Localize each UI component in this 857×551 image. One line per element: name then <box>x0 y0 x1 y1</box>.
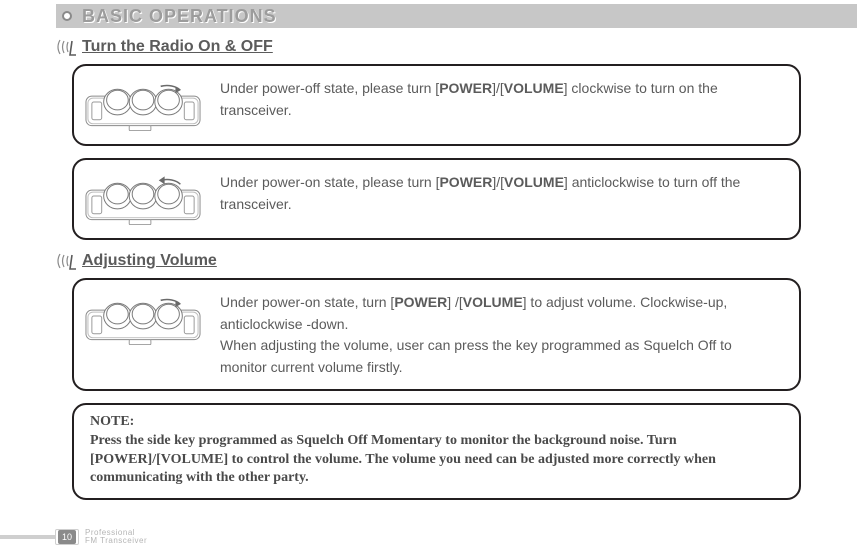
footer-brand: Professional FM Transceiver <box>85 529 147 545</box>
text-fragment: ]/[ <box>492 80 504 96</box>
banner-title: BASIC OPERATIONS <box>82 6 277 27</box>
keyword-volume: VOLUME <box>463 294 523 310</box>
note-label: NOTE: <box>90 413 783 432</box>
bullet-ring-icon <box>62 11 72 21</box>
page-number: 10 <box>58 530 76 544</box>
footer-brand-line2: FM Transceiver <box>85 537 147 545</box>
radio-top-knobs-icon <box>84 290 202 348</box>
instruction-text: Under power-on state, please turn [POWER… <box>220 170 781 215</box>
keyword-power: POWER <box>394 294 447 310</box>
footer: 10 Professional FM Transceiver <box>0 529 147 545</box>
instruction-card-power-on: Under power-off state, please turn [POWE… <box>72 64 801 146</box>
text-fragment: When adjusting the volume, user can pres… <box>220 337 732 375</box>
text-fragment: Under power-off state, please turn [ <box>220 80 439 96</box>
text-fragment: Under power-on state, turn [ <box>220 294 394 310</box>
section-heading-adjust-volume: Adjusting Volume <box>56 252 857 270</box>
text-fragment: ] /[ <box>447 294 463 310</box>
footer-bar <box>0 535 56 539</box>
section-heading-text: Adjusting Volume <box>82 252 217 270</box>
text-fragment: Under power-on state, please turn [ <box>220 174 439 190</box>
radio-waves-icon <box>56 38 76 56</box>
radio-waves-icon <box>56 252 76 270</box>
note-box: NOTE: Press the side key programmed as S… <box>72 403 801 501</box>
instruction-text: Under power-on state, turn [POWER] /[VOL… <box>220 290 781 379</box>
keyword-volume: VOLUME <box>504 174 564 190</box>
section-heading-turn-on-off: Turn the Radio On & OFF <box>56 38 857 56</box>
keyword-power: POWER <box>439 80 492 96</box>
instruction-card-adjust-volume: Under power-on state, turn [POWER] /[VOL… <box>72 278 801 391</box>
banner: BASIC OPERATIONS <box>56 4 857 28</box>
page-number-wrap: 10 <box>55 529 79 545</box>
instruction-card-power-off: Under power-on state, please turn [POWER… <box>72 158 801 240</box>
instruction-text: Under power-off state, please turn [POWE… <box>220 76 781 121</box>
keyword-volume: VOLUME <box>504 80 564 96</box>
text-fragment: ]/[ <box>492 174 504 190</box>
note-body: Press the side key programmed as Squelch… <box>90 432 783 489</box>
section-heading-text: Turn the Radio On & OFF <box>82 38 273 56</box>
radio-top-knobs-icon <box>84 170 202 228</box>
radio-top-knobs-icon <box>84 76 202 134</box>
keyword-power: POWER <box>439 174 492 190</box>
